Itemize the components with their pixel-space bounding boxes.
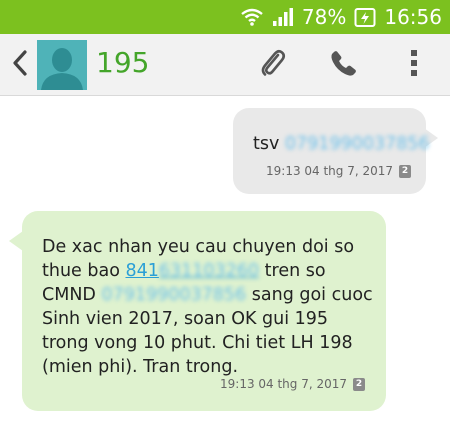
message-line: De xac nhan yeu cau chuyen doi so [42, 237, 355, 257]
battery-percent: 78% [301, 5, 347, 29]
phone-link-visible: 841 [125, 261, 159, 281]
message-timestamp: 19:13 04 thg 7, 2017 [220, 377, 348, 391]
phone-number-link[interactable]: 841631103260 [125, 261, 259, 281]
status-bar-indicators: 78% 16:56 [240, 0, 442, 34]
redacted-id-number: 0791990037856 [101, 285, 247, 305]
chevron-left-icon [12, 50, 28, 80]
attach-button[interactable] [256, 48, 290, 82]
clock: 16:56 [384, 5, 442, 29]
call-icon [330, 49, 358, 81]
message-line: CMND 0791990037856 sang goi cuoc [42, 283, 373, 307]
person-icon [37, 48, 87, 90]
conversation-header: 195 [0, 34, 450, 96]
battery-charging-icon [354, 6, 376, 28]
incoming-message[interactable]: De xac nhan yeu cau chuyen doi so thue b… [9, 211, 386, 411]
back-button[interactable] [6, 49, 34, 81]
status-bar: 78% 16:56 [0, 0, 450, 34]
message-text: tren so [259, 261, 326, 281]
more-button[interactable] [397, 48, 431, 82]
avatar[interactable] [37, 40, 87, 90]
bubble-tail [9, 231, 23, 251]
sim-2-icon: 2 [353, 377, 366, 391]
message-text-prefix: tsv [253, 134, 285, 154]
redacted-phone-number: 0791990037856 [284, 134, 430, 154]
message-text: CMND [42, 285, 102, 305]
signal-icon [272, 7, 294, 27]
message-timestamp: 19:13 04 thg 7, 2017 [266, 164, 394, 178]
message-line: trong vong 10 phut. Chi tiet LH 198 [42, 333, 353, 353]
message-text: tsv 0791990037856 [253, 132, 430, 156]
message-line: thue bao 841631103260 tren so [42, 259, 326, 283]
wifi-icon [240, 7, 264, 27]
message-text: sang goi cuoc [246, 285, 373, 305]
message-line: Sinh vien 2017, soan OK gui 195 [42, 309, 329, 329]
more-vertical-icon [409, 48, 419, 82]
message-text: thue bao [42, 261, 126, 281]
redacted-phone-number: 631103260 [158, 261, 260, 281]
message-meta: 19:13 04 thg 7, 2017 2 [266, 164, 412, 178]
message-line: (mien phi). Tran trong. [42, 357, 239, 377]
call-button[interactable] [327, 48, 361, 82]
outgoing-message[interactable]: tsv 0791990037856 19:13 04 thg 7, 2017 2 [233, 108, 438, 194]
attach-icon [259, 48, 287, 82]
message-meta: 19:13 04 thg 7, 2017 2 [220, 377, 366, 391]
sim-2-icon: 2 [399, 164, 412, 178]
contact-name[interactable]: 195 [96, 46, 149, 79]
